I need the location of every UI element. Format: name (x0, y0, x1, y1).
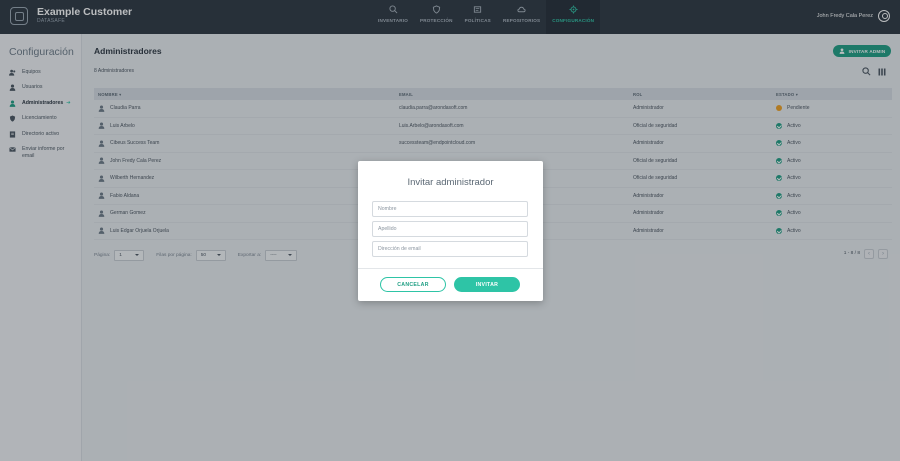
email-field[interactable] (372, 241, 528, 257)
last-name-field[interactable] (372, 221, 528, 237)
invite-button[interactable]: INVITAR (454, 277, 520, 292)
invite-admin-modal: Invitar administrador CANCELAR INVITAR (358, 161, 543, 301)
cancel-button[interactable]: CANCELAR (380, 277, 446, 292)
modal-divider (358, 268, 543, 269)
modal-title: Invitar administrador (407, 177, 494, 188)
first-name-field[interactable] (372, 201, 528, 217)
